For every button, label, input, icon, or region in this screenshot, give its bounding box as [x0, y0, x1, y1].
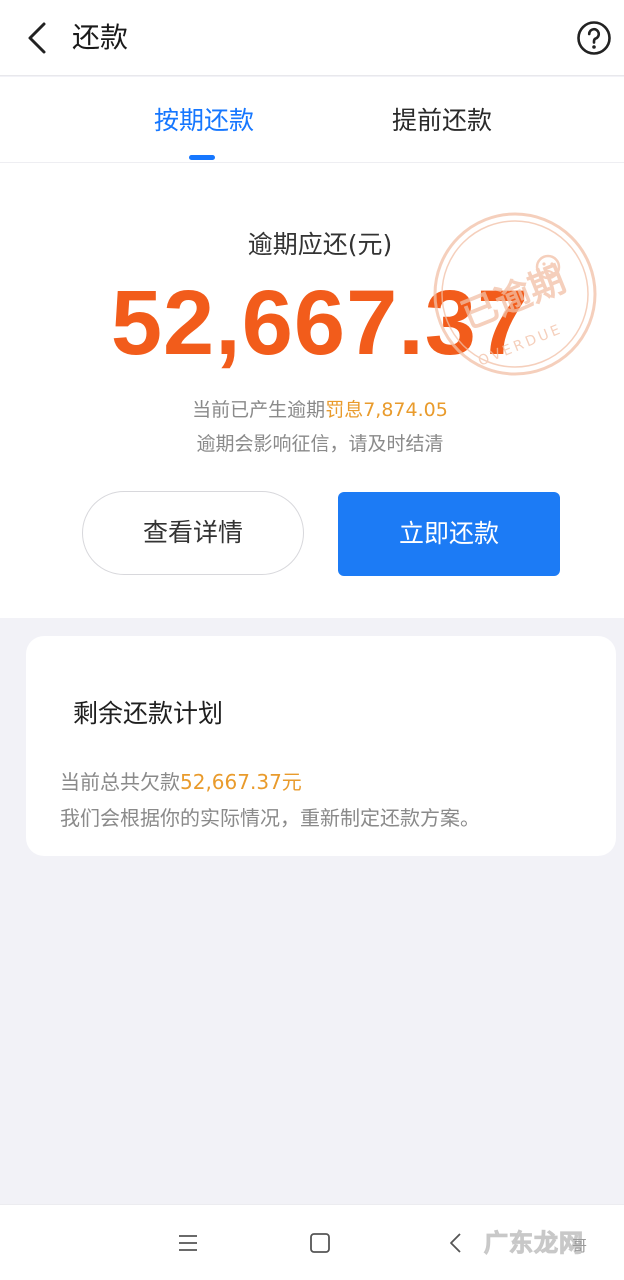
- triangle-back-icon[interactable]: [444, 1231, 468, 1255]
- tab-installment-repayment[interactable]: 按期还款: [154, 103, 254, 139]
- plan-title: 剩余还款计划: [73, 699, 224, 728]
- overdue-amount: 52,667.37: [110, 272, 530, 374]
- menu-icon[interactable]: [176, 1231, 200, 1255]
- question-circle-icon[interactable]: [576, 20, 612, 56]
- overdue-summary: 逾期应还(元) 52,667.37 已逾期 OVERDUE 当前已产生逾期罚息7…: [0, 163, 624, 618]
- repayment-plan-card: 剩余还款计划 当前总共欠款52,667.37元 我们会根据你的实际情况，重新制定…: [26, 636, 616, 856]
- square-icon[interactable]: [308, 1231, 332, 1255]
- watermark: 广东龙网: [484, 1229, 584, 1258]
- tab-active-indicator: [189, 155, 215, 160]
- header: 还款: [0, 0, 624, 76]
- penalty-label: 罚息: [325, 399, 364, 421]
- watermark-suffix: 哥: [572, 1237, 588, 1255]
- chevron-left-icon[interactable]: [20, 20, 56, 56]
- penalty-info: 当前已产生逾期罚息7,874.05: [0, 395, 624, 422]
- repay-now-button[interactable]: 立即还款: [338, 492, 560, 576]
- total-owed-amount: 52,667.37元: [180, 770, 302, 794]
- penalty-prefix: 当前已产生逾期: [192, 399, 326, 421]
- view-details-button[interactable]: 查看详情: [82, 491, 304, 575]
- total-owed: 当前总共欠款52,667.37元: [60, 766, 302, 795]
- tab-bar: 按期还款 提前还款: [0, 77, 624, 163]
- system-nav-bar: 广东龙网 哥: [0, 1204, 624, 1280]
- page-title: 还款: [72, 21, 129, 54]
- overdue-amount-label: 逾期应还(元): [247, 230, 393, 259]
- plan-note: 我们会根据你的实际情况，重新制定还款方案。: [60, 806, 480, 830]
- total-owed-prefix: 当前总共欠款: [60, 770, 180, 794]
- credit-notice: 逾期会影响征信，请及时结清: [196, 433, 444, 455]
- penalty-amount: 7,874.05: [363, 399, 448, 421]
- tab-early-repayment[interactable]: 提前还款: [392, 103, 492, 139]
